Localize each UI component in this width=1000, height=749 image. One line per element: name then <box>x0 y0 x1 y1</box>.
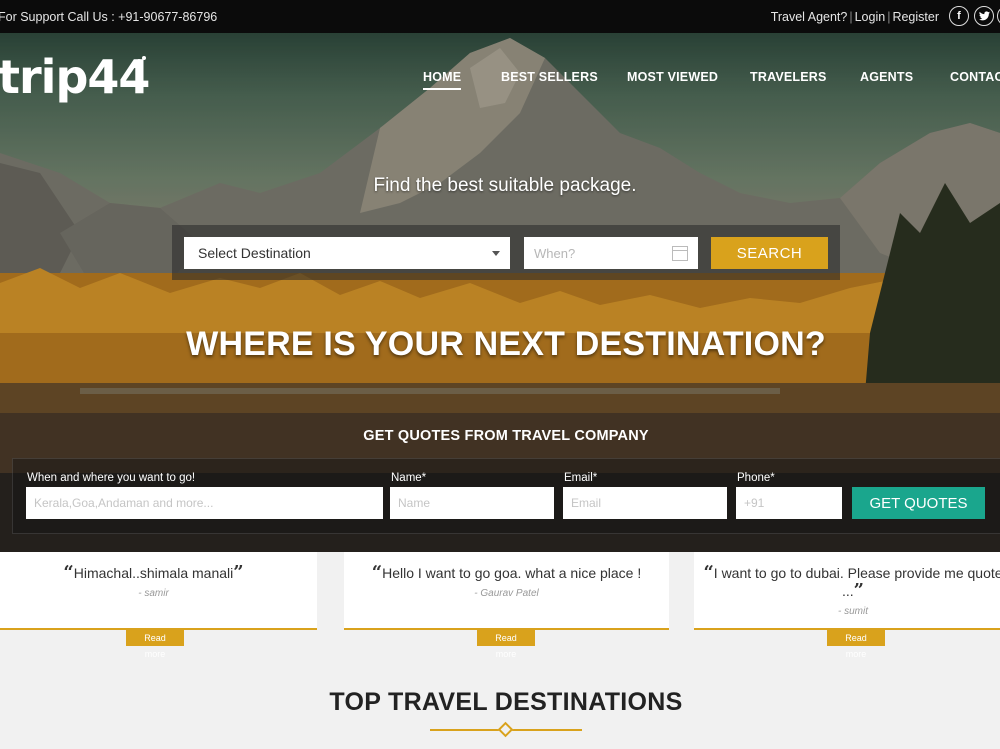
search-title: Find the best suitable package. <box>373 175 637 196</box>
account-links: Travel Agent? | Login | Register <box>770 10 940 24</box>
logo-dots-icon <box>133 56 146 68</box>
nav-best-sellers[interactable]: BEST SELLERS <box>501 70 598 84</box>
search-button[interactable]: SEARCH <box>711 237 828 269</box>
separator: | <box>849 10 853 24</box>
email-label: Email* <box>564 472 598 484</box>
testimonial-quote: “I want to go to dubai. Please provide m… <box>703 562 1000 601</box>
facebook-icon[interactable]: f <box>949 6 969 26</box>
nav-travelers[interactable]: TRAVELERS <box>750 70 827 84</box>
email-input[interactable] <box>563 487 727 519</box>
get-quotes-button[interactable]: GET QUOTES <box>852 487 985 519</box>
twitter-icon[interactable] <box>974 6 994 26</box>
quote-open-icon: “ <box>703 562 714 583</box>
phone-input[interactable] <box>736 487 842 519</box>
quote-open-icon: “ <box>63 562 74 583</box>
destination-select[interactable]: Select Destination <box>184 237 510 269</box>
chevron-down-icon <box>492 251 500 256</box>
read-more-button[interactable]: Read more <box>827 630 885 659</box>
testimonial-quote: “Hello I want to go goa. what a nice pla… <box>371 562 642 583</box>
section-title: TOP TRAVEL DESTINATIONS <box>329 688 683 716</box>
calendar-icon[interactable] <box>672 246 688 261</box>
diamond-icon <box>497 721 514 738</box>
testimonial-quote: “Himachal..shimala manali” <box>63 562 244 583</box>
where-label: When and where you want to go! <box>27 472 196 484</box>
read-more-button[interactable]: Read more <box>126 630 184 659</box>
testimonial-author: - sumit <box>838 606 868 617</box>
nav-most-viewed[interactable]: MOST VIEWED <box>627 70 718 84</box>
logo[interactable]: trip44 <box>0 50 150 104</box>
quote-close-icon: ” <box>853 580 865 601</box>
quotes-heading: GET QUOTES FROM TRAVEL COMPANY <box>363 428 649 444</box>
testimonial-card: “I want to go to dubai. Please provide m… <box>694 552 1000 630</box>
read-more-button[interactable]: Read more <box>477 630 535 659</box>
name-input[interactable] <box>390 487 554 519</box>
separator: | <box>887 10 891 24</box>
travel-agent-link[interactable]: Travel Agent? <box>771 10 848 24</box>
testimonial-card: “Hello I want to go goa. what a nice pla… <box>344 552 669 630</box>
login-link[interactable]: Login <box>855 10 886 24</box>
testimonial-author: - samir <box>138 588 169 599</box>
hero-heading: WHERE IS YOUR NEXT DESTINATION? <box>186 325 826 363</box>
testimonial-author: - Gaurav Patel <box>474 588 539 599</box>
nav-contact[interactable]: CONTACT <box>950 70 1000 84</box>
quote-close-icon: ” <box>233 562 244 583</box>
register-link[interactable]: Register <box>892 10 939 24</box>
phone-label: Phone* <box>737 472 775 484</box>
where-input[interactable] <box>26 487 383 519</box>
support-phone: For Support Call Us : +91-90677-86796 <box>0 10 218 24</box>
quote-open-icon: “ <box>371 562 383 583</box>
name-label: Name* <box>391 472 427 484</box>
testimonial-card: “Himachal..shimala manali” - samir <box>0 552 317 630</box>
nav-home[interactable]: HOME <box>423 70 462 90</box>
top-bar: For Support Call Us : +91-90677-86796 Tr… <box>0 0 1000 33</box>
nav-agents[interactable]: AGENTS <box>860 70 913 84</box>
destination-select-value: Select Destination <box>198 245 311 261</box>
